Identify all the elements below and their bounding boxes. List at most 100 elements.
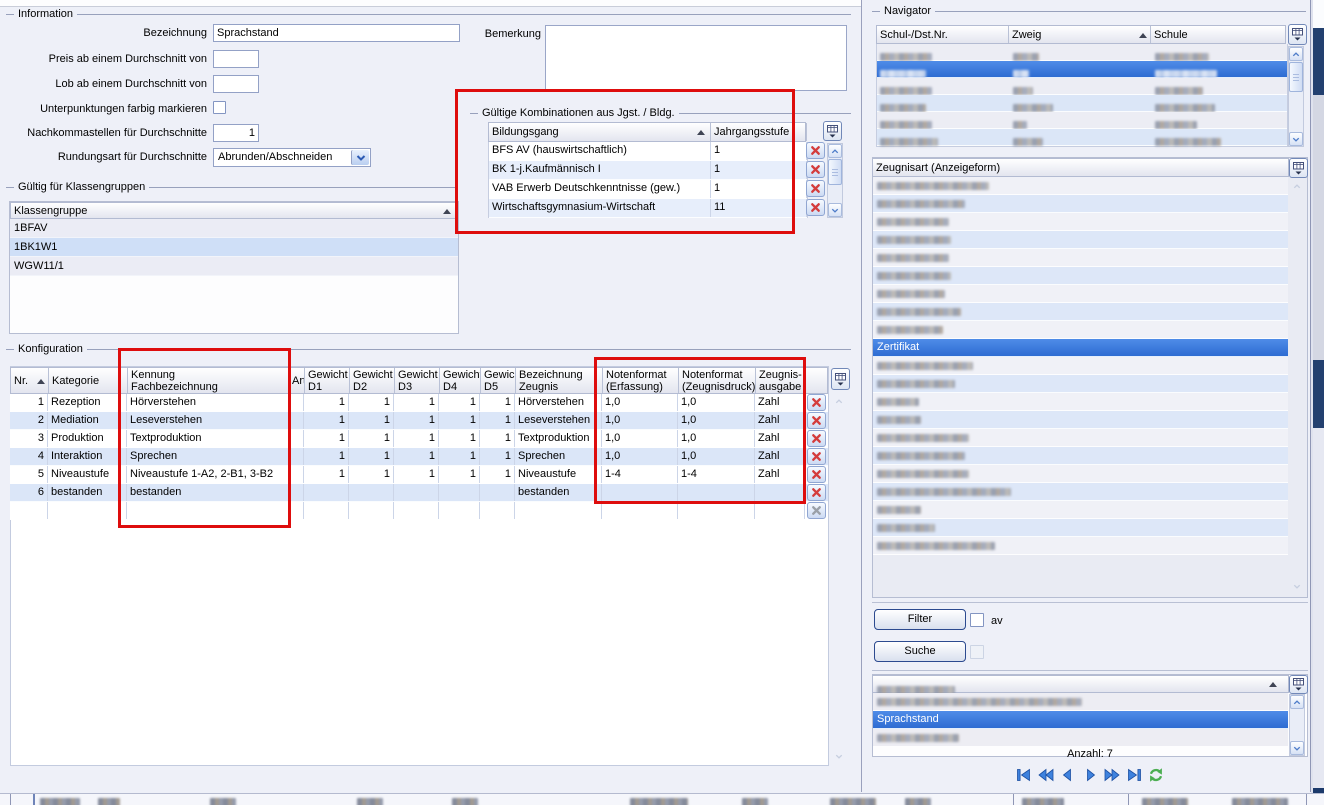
bemerkung-textarea[interactable] <box>545 25 847 91</box>
list-item[interactable] <box>873 195 1288 213</box>
suche-checkbox[interactable] <box>970 645 984 659</box>
delete-row-button[interactable] <box>807 430 826 447</box>
list-item[interactable] <box>873 411 1288 429</box>
list-item[interactable]: Zertifikat <box>873 339 1288 357</box>
table-row[interactable]: VAB Erwerb Deutschkenntnisse (gew.) 1 <box>489 180 807 199</box>
results-scrollbar[interactable] <box>1289 694 1305 756</box>
rundungsart-select[interactable]: Abrunden/Abschneiden <box>213 148 371 167</box>
list-item[interactable] <box>873 447 1288 465</box>
list-item[interactable] <box>873 465 1288 483</box>
scrollbar-up-button[interactable] <box>828 144 842 158</box>
column-header-zweig[interactable]: Zweig <box>1009 26 1151 43</box>
filter-button[interactable]: Filter <box>874 609 966 630</box>
list-item[interactable] <box>873 501 1288 519</box>
table-row[interactable]: 6 bestanden bestanden bestanden <box>10 484 828 502</box>
navigator-scrollbar[interactable] <box>1288 46 1304 147</box>
column-header-bildungsgang[interactable]: Bildungsgang <box>489 123 711 141</box>
av-checkbox[interactable] <box>970 613 984 627</box>
column-header-zeugnisart[interactable]: Zeugnisart (Anzeigeform) <box>873 159 1290 176</box>
list-item[interactable]: 1BK1W1 <box>10 238 458 257</box>
scrollbar-down-button[interactable] <box>832 750 846 762</box>
nachkommastellen-field[interactable] <box>213 124 259 142</box>
nav-last-button[interactable] <box>1125 766 1143 783</box>
kombinationen-scrollbar[interactable] <box>827 143 843 218</box>
column-header-klassengruppe[interactable]: Klassengruppe <box>11 203 459 218</box>
nav-fast-prev-button[interactable] <box>1037 766 1055 783</box>
delete-row-button[interactable] <box>806 180 825 197</box>
nav-first-button[interactable] <box>1015 766 1033 783</box>
table-row[interactable] <box>877 129 1287 146</box>
nav-next-button[interactable] <box>1081 766 1099 783</box>
scrollbar-up-button[interactable] <box>1290 180 1304 192</box>
suche-button[interactable]: Suche <box>874 641 966 662</box>
table-row[interactable]: BK 1-j.Kaufmännisch I 1 <box>489 161 807 180</box>
list-item[interactable] <box>873 393 1288 411</box>
column-header-zeugnisausgabe[interactable]: Zeugnis-ausgabe <box>756 368 806 393</box>
preis-field[interactable] <box>213 50 259 68</box>
scrollbar-thumb[interactable] <box>828 159 842 185</box>
column-header-bezeichnung-zeugnis[interactable]: BezeichnungZeugnis <box>516 368 603 393</box>
table-settings-button[interactable] <box>831 368 850 390</box>
nav-prev-button[interactable] <box>1059 766 1077 783</box>
table-row[interactable] <box>877 44 1287 61</box>
table-row[interactable] <box>10 502 828 520</box>
bezeichnung-field[interactable] <box>213 24 460 42</box>
column-header-gewicht-d1[interactable]: GewichtD1 <box>305 368 350 393</box>
result-row[interactable] <box>873 693 1288 711</box>
column-header-kennung[interactable]: KennungFachbezeichnung <box>128 368 291 393</box>
table-row[interactable] <box>877 78 1287 95</box>
table-row[interactable]: 5 Niveaustufe Niveaustufe 1-A2, 2-B1, 3-… <box>10 466 828 484</box>
refresh-button[interactable] <box>1147 766 1165 783</box>
list-item[interactable] <box>873 321 1288 339</box>
delete-row-button[interactable] <box>807 484 826 501</box>
list-item[interactable] <box>873 249 1288 267</box>
result-row[interactable] <box>873 729 1288 747</box>
column-header-notenformat-erfassung[interactable]: Notenformat(Erfassung) <box>603 368 679 393</box>
scrollbar-down-button[interactable] <box>828 203 842 217</box>
table-row[interactable]: 1 Rezeption Hörverstehen 1 1 1 1 1 Hörve… <box>10 394 828 412</box>
chevron-down-icon[interactable] <box>351 150 369 165</box>
column-header-gewicht-d5[interactable]: GewichtD5 <box>481 368 516 393</box>
table-settings-button[interactable] <box>1289 675 1308 694</box>
list-item[interactable] <box>873 375 1288 393</box>
delete-row-button[interactable] <box>807 502 826 519</box>
table-row[interactable] <box>877 112 1287 129</box>
table-row[interactable]: 4 Interaktion Sprechen 1 1 1 1 1 Spreche… <box>10 448 828 466</box>
column-header-gewicht-d4[interactable]: GewichtD4 <box>440 368 481 393</box>
result-row[interactable]: Sprachstand <box>873 711 1288 729</box>
delete-row-button[interactable] <box>806 199 825 216</box>
table-settings-button[interactable] <box>823 121 842 141</box>
list-item[interactable] <box>873 303 1288 321</box>
list-item[interactable] <box>873 483 1288 501</box>
delete-row-button[interactable] <box>807 394 826 411</box>
column-header-schulnr[interactable]: Schul-/Dst.Nr. <box>877 26 1009 43</box>
list-item[interactable] <box>873 357 1288 375</box>
table-settings-button[interactable] <box>1289 158 1308 178</box>
table-row[interactable] <box>877 95 1287 112</box>
column-header-schule[interactable]: Schule <box>1151 26 1287 43</box>
delete-row-button[interactable] <box>807 448 826 465</box>
nav-fast-next-button[interactable] <box>1103 766 1121 783</box>
list-item[interactable] <box>873 285 1288 303</box>
list-item[interactable]: WGW11/1 <box>10 257 458 276</box>
delete-row-button[interactable] <box>807 466 826 483</box>
table-row[interactable]: 2 Mediation Leseverstehen 1 1 1 1 1 Lese… <box>10 412 828 430</box>
table-settings-button[interactable] <box>1288 24 1307 45</box>
list-item[interactable] <box>873 213 1288 231</box>
column-header-jahrgangsstufe[interactable]: Jahrgangsstufe <box>711 123 807 141</box>
list-item[interactable] <box>873 267 1288 285</box>
list-item[interactable] <box>873 177 1288 195</box>
table-row[interactable] <box>877 61 1287 78</box>
table-row[interactable]: Wirtschaftsgymnasium-Wirtschaft 11 <box>489 199 807 218</box>
scrollbar-up-button[interactable] <box>1289 47 1303 61</box>
delete-row-button[interactable] <box>807 412 826 429</box>
delete-row-button[interactable] <box>806 142 825 159</box>
list-item[interactable] <box>873 519 1288 537</box>
list-item[interactable] <box>873 429 1288 447</box>
column-header-gewicht-d3[interactable]: GewichtD3 <box>395 368 440 393</box>
column-header-art[interactable]: Art <box>291 368 305 393</box>
scrollbar-up-button[interactable] <box>832 395 846 407</box>
table-row[interactable]: 3 Produktion Textproduktion 1 1 1 1 1 Te… <box>10 430 828 448</box>
scrollbar-down-button[interactable] <box>1290 580 1304 592</box>
delete-row-button[interactable] <box>806 161 825 178</box>
